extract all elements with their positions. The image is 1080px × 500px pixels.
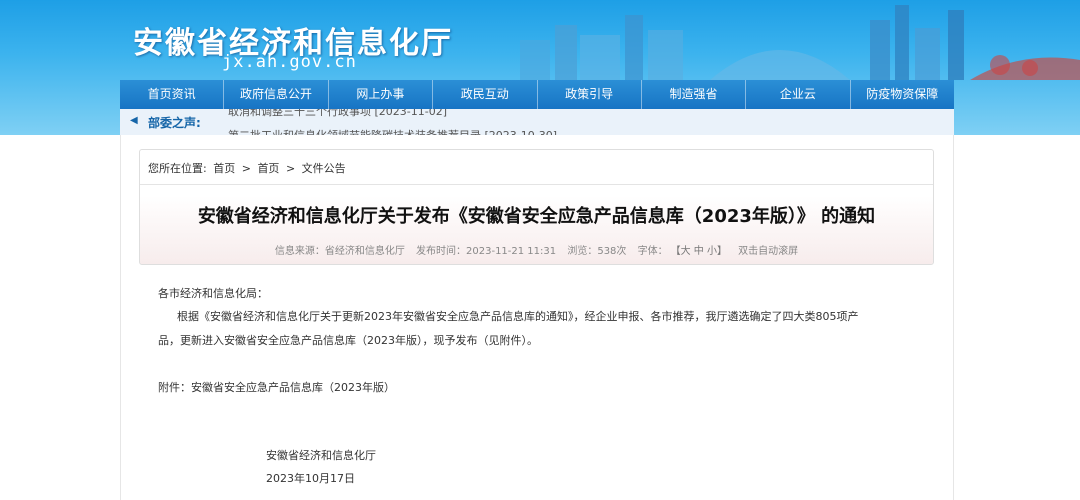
article-signer: 安徽省经济和信息化厅 <box>266 449 376 462</box>
nav-item-interaction[interactable]: 政民互动 <box>433 80 538 109</box>
nav-item-online-service[interactable]: 网上办事 <box>329 80 434 109</box>
breadcrumb-item-notices[interactable]: 文件公告 <box>302 162 346 175</box>
news-ticker: 取消和调整三十三个行政事项 [2023-11-02] 第二批工业和信息化领域节能… <box>228 109 588 135</box>
nav-item-policy[interactable]: 政策引导 <box>538 80 642 109</box>
meta-font-label: 字体： <box>637 246 668 257</box>
breadcrumb-item-home-2[interactable]: 首页 <box>257 162 279 175</box>
nav-item-epidemic-supplies[interactable]: 防疫物资保障 <box>851 80 954 109</box>
breadcrumb-separator: > <box>285 162 296 175</box>
site-domain: jx.ah.gov.cn <box>222 52 357 72</box>
arrow-icon: ◀ <box>130 115 138 126</box>
article-paragraph-2: 品，更新进入安徽省安全应急产品信息库（2023年版），现予发布（见附件）。 <box>158 334 538 347</box>
article-content-area: 您所在位置: 首页 > 首页 > 文件公告 安徽省经济和信息化厅关于发布《安徽省… <box>120 135 954 500</box>
meta-views: 浏览：538次 <box>567 246 627 257</box>
ticker-item[interactable]: 第二批工业和信息化领域节能降碳技术装备推荐目录 [2023-10-30] <box>228 127 557 135</box>
breadcrumb: 您所在位置: 首页 > 首页 > 文件公告 <box>148 160 349 176</box>
breadcrumb-divider <box>140 184 933 185</box>
main-navigation: 首页资讯 政府信息公开 网上办事 政民互动 政策引导 制造强省 企业云 防疫物资… <box>120 80 954 109</box>
city-skyline-illustration <box>520 5 1080 80</box>
article-header-card: 您所在位置: 首页 > 首页 > 文件公告 安徽省经济和信息化厅关于发布《安徽省… <box>139 149 934 265</box>
font-size-switcher[interactable]: 【大 中 小】 <box>676 246 727 257</box>
autoscroll-toggle[interactable]: 双击自动滚屏 <box>738 246 798 257</box>
page-root: 安徽省经济和信息化厅 jx.ah.gov.cn 首页资讯 政府信息公开 网上办事… <box>0 0 1080 500</box>
ministry-news-label: 部委之声: <box>148 116 201 130</box>
breadcrumb-separator: > <box>241 162 251 175</box>
article-attachment-link[interactable]: 附件：安徽省安全应急产品信息库（2023年版） <box>158 379 395 395</box>
article-paragraph-1: 根据《安徽省经济和信息化厅关于更新2023年安徽省安全应急产品信息库的通知》，经… <box>177 310 859 323</box>
nav-item-home[interactable]: 首页资讯 <box>120 80 225 109</box>
breadcrumb-item-home[interactable]: 首页 <box>213 162 235 175</box>
meta-publish-time: 发布时间：2023-11-21 11:31 <box>416 246 557 257</box>
ticker-item[interactable]: 取消和调整三十三个行政事项 [2023-11-02] <box>228 109 447 119</box>
ministry-news-strip: ◀ 部委之声: 取消和调整三十三个行政事项 [2023-11-02] 第二批工业… <box>120 109 954 135</box>
article-meta: 信息来源：省经济和信息化厅 发布时间：2023-11-21 11:31 浏览：5… <box>140 242 933 257</box>
breadcrumb-prefix: 您所在位置: <box>148 162 207 175</box>
nav-item-manufacturing[interactable]: 制造强省 <box>642 80 747 109</box>
meta-source: 信息来源：省经济和信息化厅 <box>274 246 405 257</box>
article-date: 2023年10月17日 <box>266 472 355 485</box>
nav-item-enterprise-cloud[interactable]: 企业云 <box>746 80 851 109</box>
nav-item-gov-info[interactable]: 政府信息公开 <box>224 80 329 109</box>
article-greeting: 各市经济和信息化局： <box>158 287 268 300</box>
article-title: 安徽省经济和信息化厅关于发布《安徽省安全应急产品信息库（2023年版）》 的通知 <box>197 206 876 227</box>
